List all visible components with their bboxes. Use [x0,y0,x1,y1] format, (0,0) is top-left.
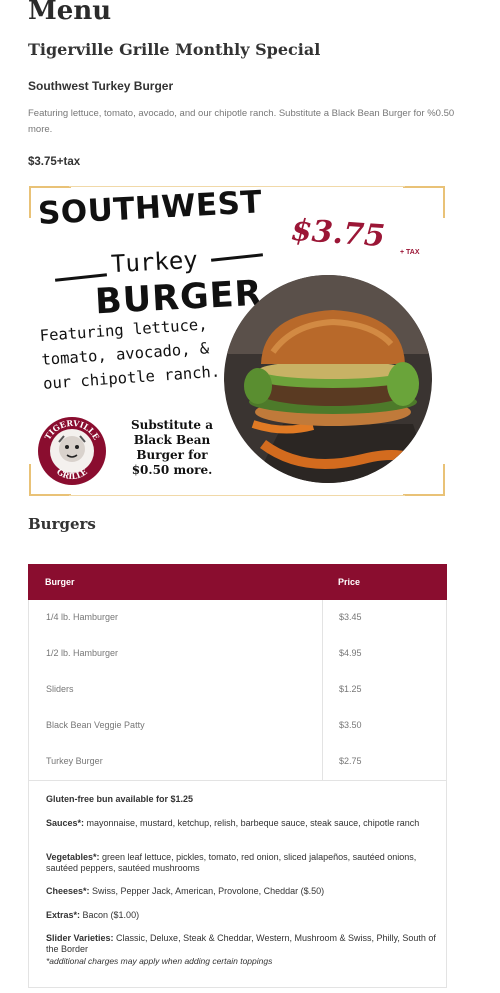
promo-image: SOUTHWEST $3.75 + TAX Turkey BURGER Feat… [29,184,445,496]
promo-turkey: Turkey [110,245,199,279]
table-row: Turkey Burger $2.75 [28,744,447,781]
extras-note: Extras*: Bacon ($1.00) [46,910,140,920]
table-row: 1/4 lb. Hamburger $3.45 [28,600,447,637]
table-header: Burger Price [28,564,447,600]
toppings-notes: Gluten-free bun available for $1.25 Sauc… [28,781,447,988]
sauces-note: Sauces*: mayonnaise, mustard, ketchup, r… [46,818,420,828]
burger-price: $3.45 [339,612,362,622]
promo-features: Featuring lettuce, tomato, avocado, & ou… [39,315,221,393]
burger-price: $4.95 [339,648,362,658]
decor-dash [54,273,108,282]
page-title: Menu [28,0,112,26]
table-row: Sliders $1.25 [28,672,447,709]
burgers-heading: Burgers [28,515,96,533]
burger-price: $2.75 [339,756,362,766]
frame-corner [403,186,445,218]
burger-name: Sliders [46,684,74,694]
gluten-free-note: Gluten-free bun available for $1.25 [46,794,194,804]
burger-name: Black Bean Veggie Patty [46,720,145,730]
special-price: $3.75+tax [28,156,81,168]
footnote: *additional charges may apply when addin… [46,956,273,966]
column-header-price: Price [338,577,361,587]
column-header-burger: Burger [45,577,75,587]
tigerville-logo-icon: TIGERVILLE GRILLE [38,417,106,485]
table-row: 1/2 lb. Hamburger $4.95 [28,636,447,673]
burger-photo [224,275,432,483]
cheeses-note: Cheeses*: Swiss, Pepper Jack, American, … [46,886,325,896]
vegetables-note: Vegetables*: green leaf lettuce, pickles… [46,852,417,873]
special-item-name: Southwest Turkey Burger [28,79,174,93]
slider-varieties-note: Slider Varieties: Classic, Deluxe, Steak… [46,933,436,954]
burger-price: $1.25 [339,684,362,694]
burger-name: 1/4 lb. Hamburger [46,612,119,622]
promo-price: $3.75 [289,212,387,255]
special-heading: Tigerville Grille Monthly Special [28,40,321,59]
burger-name: Turkey Burger [46,756,103,766]
burger-name: 1/2 lb. Hamburger [46,648,119,658]
frame-line [69,495,405,496]
promo-tax: + TAX [400,249,420,256]
special-description: Featuring lettuce, tomato, avocado, and … [28,108,455,135]
decor-dash [210,253,264,262]
burger-price: $3.50 [339,720,362,730]
promo-substitute: Substitute a Black Bean Burger for $0.50… [130,418,214,477]
table-row: Black Bean Veggie Patty $3.50 [28,708,447,745]
